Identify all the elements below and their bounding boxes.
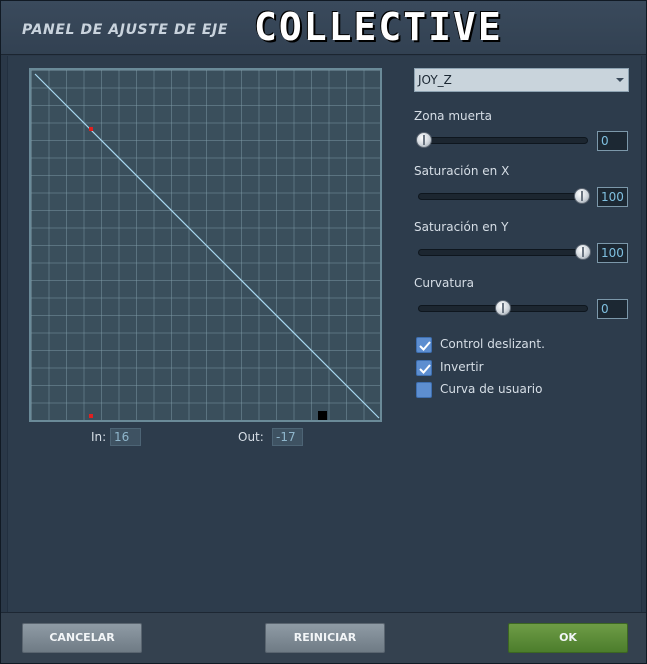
saturation-y-slider[interactable] <box>418 249 588 256</box>
ok-button[interactable]: OK <box>508 623 628 653</box>
curve-marker-bottom <box>89 414 93 418</box>
invert-checkbox[interactable] <box>416 360 432 376</box>
deadzone-label: Zona muerta <box>414 109 493 123</box>
slider-control-label: Control deslizant. <box>440 337 545 351</box>
in-label: In: <box>91 430 107 444</box>
chevron-down-icon <box>616 78 624 82</box>
saturation-y-label: Saturación en Y <box>414 220 509 234</box>
response-curve-svg <box>34 73 380 420</box>
axis-name-title: COLLECTIVE <box>254 5 503 49</box>
curvature-label: Curvatura <box>414 276 474 290</box>
response-curve-line <box>34 73 380 419</box>
deadzone-value[interactable]: 0 <box>597 131 628 151</box>
response-curve-graph <box>29 68 382 422</box>
deadzone-slider[interactable] <box>418 137 588 144</box>
curvature-value[interactable]: 0 <box>597 299 628 319</box>
axis-select-value: JOY_Z <box>418 73 452 87</box>
out-value-field: -17 <box>272 428 303 446</box>
cancel-button[interactable]: CANCELAR <box>22 623 142 653</box>
deadzone-slider-knob[interactable] <box>416 132 432 148</box>
saturation-y-slider-knob[interactable] <box>575 244 591 260</box>
checkmark-icon <box>419 341 431 351</box>
slider-control-checkbox[interactable] <box>416 337 432 353</box>
checkmark-icon <box>419 364 431 374</box>
saturation-x-value[interactable]: 100 <box>597 187 628 207</box>
in-value-field: 16 <box>110 428 141 446</box>
curve-marker-top <box>89 127 93 131</box>
saturation-x-slider[interactable] <box>418 193 588 200</box>
axis-tune-dialog: PANEL DE AJUSTE DE EJE COLLECTIVE In: 16… <box>0 0 647 664</box>
saturation-y-value[interactable]: 100 <box>597 243 628 263</box>
saturation-x-label: Saturación en X <box>414 164 510 178</box>
invert-label: Invertir <box>440 360 484 374</box>
user-curve-checkbox[interactable] <box>416 382 432 398</box>
saturation-x-slider-knob[interactable] <box>574 188 590 204</box>
reset-button[interactable]: REINICIAR <box>265 623 385 653</box>
curvature-slider-knob[interactable] <box>495 300 511 316</box>
output-position-marker <box>318 411 327 420</box>
axis-select[interactable]: JOY_Z <box>414 68 629 92</box>
panel-title: PANEL DE AJUSTE DE EJE <box>22 22 229 38</box>
out-label: Out: <box>238 430 264 444</box>
user-curve-label: Curva de usuario <box>440 382 543 396</box>
